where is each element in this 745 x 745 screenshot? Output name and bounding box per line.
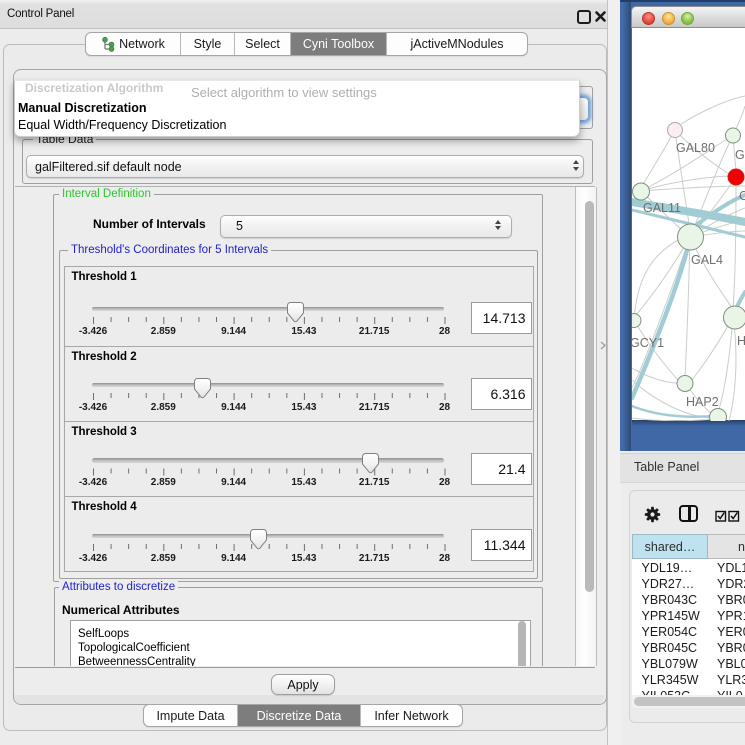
svg-text:H: H bbox=[737, 334, 745, 348]
svg-text:HAP2: HAP2 bbox=[686, 395, 719, 409]
svg-text:GAL4: GAL4 bbox=[691, 253, 723, 267]
svg-text:C: C bbox=[739, 189, 745, 203]
svg-text:GAL80: GAL80 bbox=[676, 141, 715, 155]
svg-text:G.: G. bbox=[735, 148, 745, 162]
svg-text:GCY1: GCY1 bbox=[632, 336, 664, 350]
svg-text:GAL11: GAL11 bbox=[643, 201, 681, 215]
